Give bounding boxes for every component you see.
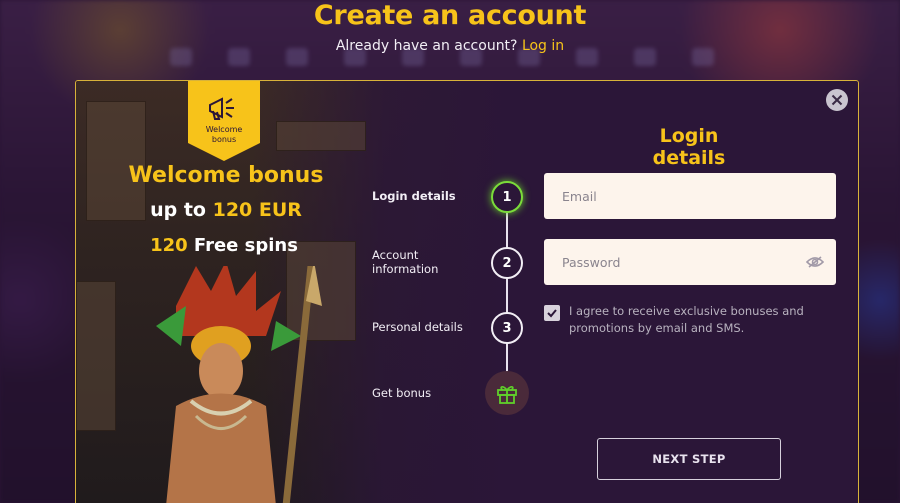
free-spins: 120 Free spins bbox=[150, 235, 298, 256]
login-link[interactable]: Log in bbox=[522, 38, 564, 54]
welcome-bonus-flag-label: Welcome bonus bbox=[205, 125, 243, 144]
form-title: Login details bbox=[652, 125, 726, 169]
step-4-indicator bbox=[485, 371, 529, 415]
bonus-amount: up to 120 EUR bbox=[150, 199, 302, 221]
step-1-indicator: 1 bbox=[491, 181, 523, 213]
password-field[interactable] bbox=[544, 239, 836, 285]
login-prompt: Already have an account? Log in bbox=[0, 38, 900, 54]
step-label-personal-details: Personal details bbox=[372, 320, 463, 334]
close-icon bbox=[831, 94, 843, 106]
consent-checkbox[interactable] bbox=[544, 305, 560, 321]
step-2-indicator: 2 bbox=[491, 247, 523, 279]
welcome-bonus-heading: Welcome bonus bbox=[128, 163, 324, 188]
registration-modal: Welcome bonus Welcome bonus up to 120 EU… bbox=[75, 80, 859, 503]
consent-label: I agree to receive exclusive bonuses and… bbox=[569, 304, 804, 335]
next-step-button[interactable]: NEXT STEP bbox=[597, 438, 781, 480]
step-label-account-information: Account information bbox=[372, 248, 439, 276]
stepper-line bbox=[506, 196, 508, 396]
page-title: Create an account bbox=[313, 0, 587, 31]
step-label-login-details: Login details bbox=[372, 189, 456, 203]
close-button[interactable] bbox=[826, 89, 848, 111]
registration-stepper: Login details 1 Account information 2 Pe… bbox=[372, 181, 532, 421]
welcome-bonus-flag bbox=[188, 81, 260, 161]
login-prompt-text: Already have an account? bbox=[335, 38, 518, 54]
email-field[interactable] bbox=[544, 173, 836, 219]
step-3-indicator: 3 bbox=[491, 312, 523, 344]
gift-icon bbox=[497, 386, 517, 404]
checkmark-icon bbox=[547, 309, 557, 318]
step-label-get-bonus: Get bonus bbox=[372, 386, 432, 400]
eye-off-icon[interactable] bbox=[806, 255, 824, 269]
warrior-illustration bbox=[156, 266, 322, 503]
